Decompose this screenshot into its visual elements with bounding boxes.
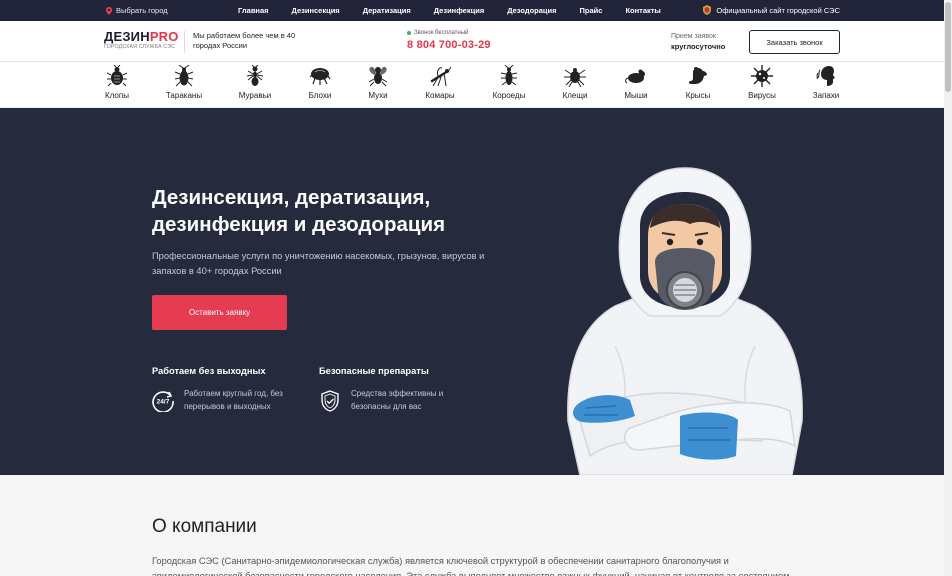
category-fleas[interactable]: Блохи <box>290 65 350 100</box>
category-odors[interactable]: Запахи <box>796 65 856 100</box>
category-viruses[interactable]: Вирусы <box>732 65 792 100</box>
smell-icon <box>815 65 837 87</box>
receive-value: круглосуточно <box>671 42 726 51</box>
flea-icon <box>309 65 331 87</box>
header-divider <box>184 31 185 53</box>
virus-icon <box>751 65 773 87</box>
official-site-label: Официальный сайт городской СЭС <box>716 5 840 15</box>
phone-block: Звонок бесплатный 8 804 700-03-29 <box>407 30 491 51</box>
category-label: Вирусы <box>748 91 776 100</box>
feature-no-weekends: Работаем без выходных 24/7 Работаем круг… <box>152 366 312 413</box>
location-pin-icon <box>106 6 112 15</box>
callback-button[interactable]: Заказать звонок <box>749 30 840 54</box>
category-flies[interactable]: Мухи <box>348 65 408 100</box>
official-site-link[interactable]: Официальный сайт городской СЭС <box>702 5 840 15</box>
category-label: Тараканы <box>165 91 203 100</box>
nav-disinsection[interactable]: Дезинсекция <box>292 6 340 15</box>
category-ants[interactable]: Муравьи <box>225 65 285 100</box>
clock-24-7-icon: 24/7 <box>152 390 174 413</box>
category-label: Муравьи <box>238 91 272 100</box>
nav-home[interactable]: Главная <box>238 6 269 15</box>
top-bar: Выбрать город Главная Дезинсекция Дерати… <box>0 0 944 21</box>
feature-title: Работаем без выходных <box>152 366 266 376</box>
logo[interactable]: ДЕЗИНPRO ГОРОДСКАЯ СЛУЖБА СЭС <box>104 30 179 50</box>
coat-of-arms-icon <box>702 5 712 15</box>
category-label: Клопы <box>105 91 129 100</box>
category-ticks[interactable]: Клещи <box>545 65 605 100</box>
page-scrollbar[interactable] <box>944 0 952 576</box>
rat-icon <box>687 65 709 87</box>
feature-title: Безопасные препараты <box>319 366 429 376</box>
category-label: Комары <box>425 91 455 100</box>
nav-deodorization[interactable]: Дезодорация <box>507 6 556 15</box>
logo-wordmark: ДЕЗИНPRO <box>104 30 179 43</box>
category-bedbugs[interactable]: Клопы <box>87 65 147 100</box>
scrollbar-thumb[interactable] <box>945 2 951 92</box>
about-text: Городская СЭС (Санитарно-эпидемиологичес… <box>152 556 790 576</box>
exterminator-illustration <box>560 166 810 475</box>
bark-beetle-icon <box>498 65 520 87</box>
online-dot-icon <box>407 31 411 35</box>
nav-disinfection[interactable]: Дезинфекция <box>434 6 484 15</box>
category-label: Мыши <box>624 91 648 100</box>
site-header: ДЕЗИНPRO ГОРОДСКАЯ СЛУЖБА СЭС Мы работае… <box>0 21 944 62</box>
hero-title: Дезинсекция, дератизация, дезинфекция и … <box>152 186 446 236</box>
free-call-label: Звонок бесплатный <box>407 30 491 36</box>
category-rats[interactable]: Крысы <box>668 65 728 100</box>
free-call-text: Звонок бесплатный <box>414 30 469 36</box>
about-section: О компании Городская СЭС (Санитарно-эпид… <box>0 475 944 576</box>
receive-hours: Прием заявок: круглосуточно <box>671 32 725 53</box>
page: Выбрать город Главная Дезинсекция Дерати… <box>0 0 944 576</box>
leave-request-button[interactable]: Оставить заявку <box>152 295 287 330</box>
category-label: Запахи <box>812 91 840 100</box>
category-label: Короеды <box>492 91 526 100</box>
cities-note: Мы работаем более чем в 40 городах Росси… <box>193 31 296 50</box>
category-mosquitoes[interactable]: Комары <box>410 65 470 100</box>
mosquito-icon <box>429 65 451 87</box>
category-label: Мухи <box>368 91 388 100</box>
category-label: Клещи <box>562 91 588 100</box>
pest-categories: Клопы Тараканы Муравьи Блохи Мухи Комары… <box>0 62 944 108</box>
cockroach-icon <box>173 65 195 87</box>
city-selector-label: Выбрать город <box>116 6 168 15</box>
bedbug-icon <box>106 65 128 87</box>
nav-prices[interactable]: Прайс <box>580 6 603 15</box>
category-bark-beetles[interactable]: Короеды <box>479 65 539 100</box>
ant-icon <box>244 65 266 87</box>
feature-text: Работаем круглый год, без перерывов и вы… <box>184 389 283 411</box>
feature-text: Средства эффективны и безопасны для вас <box>351 389 444 411</box>
category-label: Блохи <box>308 91 332 100</box>
nav-contacts[interactable]: Контакты <box>625 6 660 15</box>
tick-icon <box>564 65 586 87</box>
about-title: О компании <box>152 516 257 537</box>
category-label: Крысы <box>685 91 711 100</box>
category-mice[interactable]: Мыши <box>606 65 666 100</box>
top-nav: Главная Дезинсекция Дератизация Дезинфек… <box>238 6 684 15</box>
nav-deratization[interactable]: Дератизация <box>363 6 411 15</box>
logo-subtitle: ГОРОДСКАЯ СЛУЖБА СЭС <box>104 44 176 50</box>
hero-section: Дезинсекция, дератизация, дезинфекция и … <box>0 108 944 475</box>
phone-number[interactable]: 8 804 700-03-29 <box>407 39 491 51</box>
logo-main: ДЕЗИН <box>104 29 150 44</box>
feature-safe-products: Безопасные препараты Средства эффективны… <box>319 366 479 413</box>
hero-lead: Профессиональные услуги по уничтожению н… <box>152 251 485 276</box>
category-cockroaches[interactable]: Тараканы <box>154 65 214 100</box>
mouse-icon <box>625 65 647 87</box>
logo-accent: PRO <box>149 29 179 44</box>
city-selector[interactable]: Выбрать город <box>106 6 168 15</box>
svg-text:24/7: 24/7 <box>157 399 170 406</box>
receive-label: Прием заявок: <box>671 33 718 40</box>
shield-check-icon <box>319 390 341 412</box>
fly-icon <box>367 65 389 87</box>
